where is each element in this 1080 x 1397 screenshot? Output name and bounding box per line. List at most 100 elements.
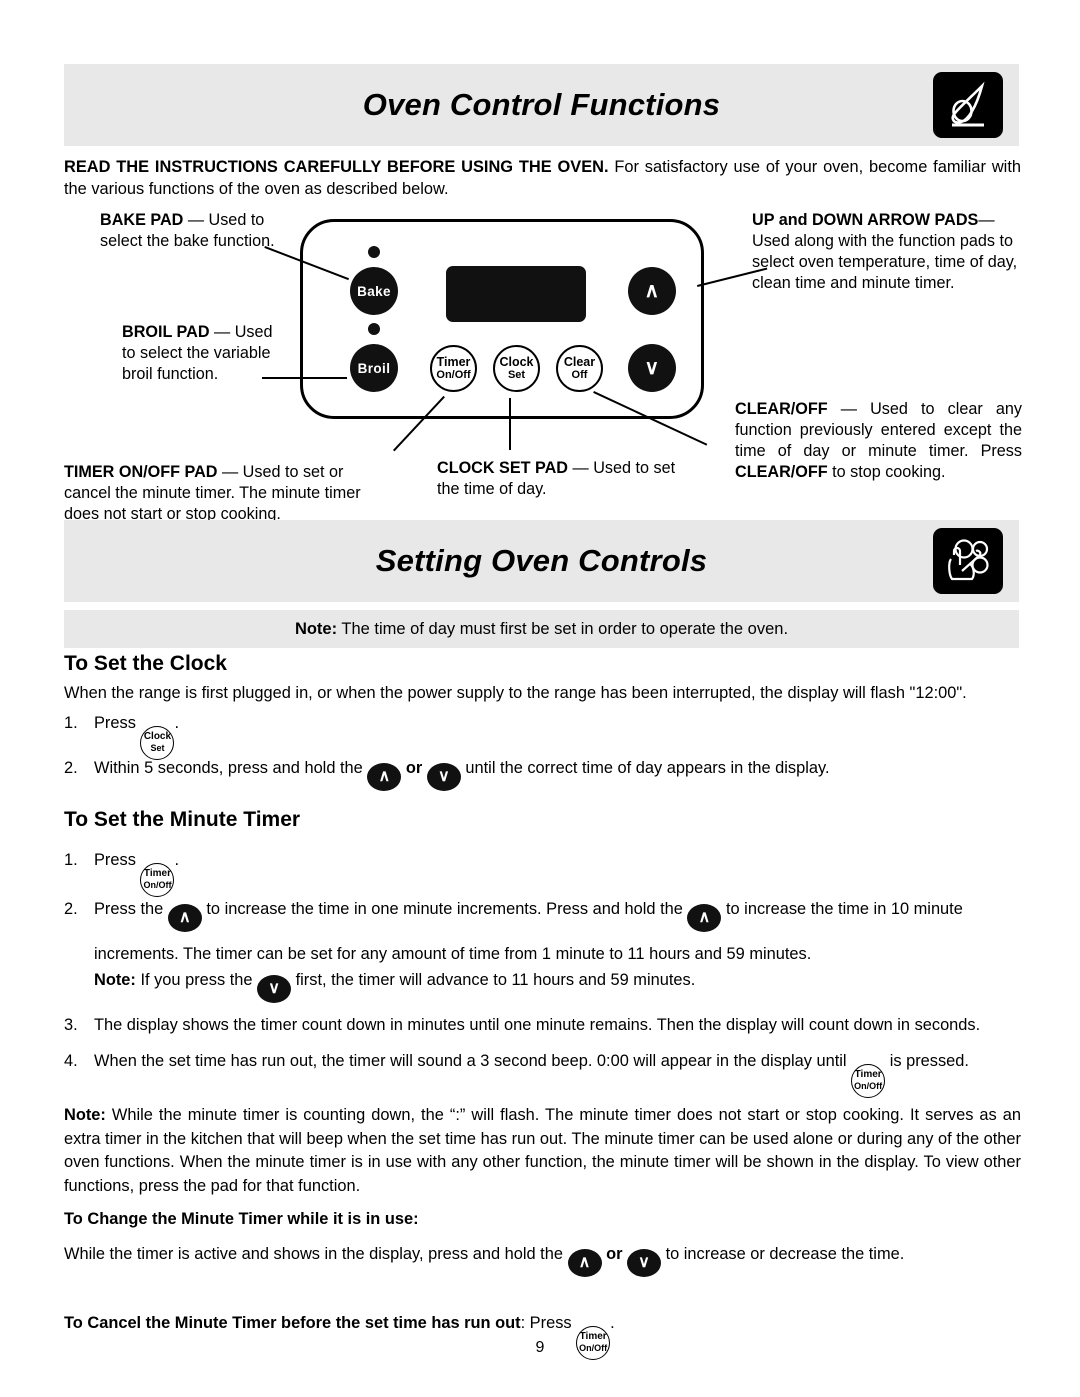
inline-up-arrow-pad[interactable]: ∧ (167, 904, 202, 932)
pad-broil[interactable]: Broil (350, 344, 398, 392)
clock-step-2-number: 2. (64, 759, 78, 777)
inline-up-arrow-pad[interactable]: ∧ (567, 1249, 602, 1277)
timer-step-2-note-label: Note: (94, 971, 136, 989)
callout-clear-off-emphasis: CLEAR/OFF (735, 463, 828, 481)
timer-step-1-number: 1. (64, 851, 78, 869)
timer-step-2-note-b: first, the timer will advance to 11 hour… (291, 971, 696, 989)
up-arrow-icon: ∧ (644, 280, 660, 302)
heading-to-set-the-minute-timer: To Set the Minute Timer (64, 808, 301, 831)
oven-control-panel-diagram: Bake Broil Timer On/Off Clock Set Clear … (300, 219, 704, 419)
callout-timer-pad-title: TIMER ON/OFF PAD (64, 463, 218, 481)
note-band-text: Note: The time of day must first be set … (295, 620, 788, 639)
heading-change-minute-timer: To Change the Minute Timer while it is i… (64, 1210, 419, 1228)
change-timer-or: or (601, 1245, 628, 1263)
section-title-setting: Setting Oven Controls (375, 543, 708, 578)
pad-timer-line1: Timer (436, 354, 471, 369)
clock-intro-paragraph: When the range is first plugged in, or w… (64, 684, 967, 702)
pad-clock-line1: Clock (499, 354, 534, 369)
pad-clock-line2: Set (507, 368, 526, 381)
inline-up-arrow-pad[interactable]: ∧ (687, 904, 722, 932)
timer-step-4: 4. When the set time has run out, the ti… (64, 1046, 1021, 1098)
note-band-time-of-day: Note: The time of day must first be set … (64, 610, 1019, 648)
timer-step-2-note: Note: If you press the ∨ first, the time… (64, 965, 1021, 1003)
timer-step-3: 3. The display shows the timer count dow… (64, 1010, 1021, 1040)
clock-step-2-post: until the correct time of day appears in… (460, 759, 830, 777)
change-minute-timer-paragraph: While the timer is active and shows in t… (64, 1243, 1021, 1277)
broil-indicator-dot (368, 323, 380, 335)
callout-timer-pad: TIMER ON/OFF PAD — Used to set or cancel… (64, 462, 394, 525)
clock-step-1-body: Press Clock Set. (94, 708, 564, 760)
final-note-paragraph: Note: While the minute timer is counting… (64, 1104, 1021, 1198)
timer-step-2-note-a: If you press the (135, 971, 258, 989)
heading-to-set-the-clock: To Set the Clock (64, 652, 227, 675)
pad-clear-off[interactable]: Clear Off (556, 345, 603, 392)
inline-down-arrow-pad[interactable]: ∨ (257, 975, 292, 1003)
timer-step-3-number: 3. (64, 1016, 78, 1034)
hand-on-controls-icon (933, 528, 1003, 594)
clock-step-2-body: Within 5 seconds, press and hold the ∧ o… (94, 753, 1021, 791)
final-note-label: Note: (64, 1106, 106, 1124)
callout-clear-off: CLEAR/OFF — Used to clear any function p… (735, 399, 1022, 483)
pad-timer-on-off[interactable]: Timer On/Off (430, 345, 477, 392)
clock-step-1-number: 1. (64, 714, 78, 732)
cancel-timer-label: To Cancel the Minute Timer before the se… (64, 1314, 521, 1332)
down-arrow-icon: ∨ (644, 357, 660, 379)
inline-down-arrow-pad[interactable]: ∨ (426, 763, 461, 791)
intro-bold: READ THE INSTRUCTIONS CAREFULLY BEFORE U… (64, 158, 609, 176)
inline-timer-on-off-pad[interactable]: Timer On/Off (851, 1063, 886, 1098)
section-header-oven-control-functions: Oven Control Functions (64, 64, 1019, 146)
inline-down-arrow-pad[interactable]: ∨ (627, 1249, 662, 1277)
timer-step-1-post: . (174, 851, 180, 869)
callout-arrow-pads-title: UP and DOWN ARROW PADS (752, 211, 979, 229)
timer-step-2-a: Press the (94, 900, 168, 918)
change-timer-post: to increase or decrease the time. (661, 1245, 905, 1263)
finger-press-icon (933, 72, 1003, 138)
timer-step-2-note-body: Note: If you press the ∨ first, the time… (94, 965, 1021, 1003)
pad-clear-line1: Clear (563, 354, 596, 369)
clock-step-2: 2. Within 5 seconds, press and hold the … (64, 753, 1021, 791)
note-band-body: The time of day must first be set in ord… (337, 619, 789, 638)
timer-step-1-pre: Press (94, 851, 141, 869)
leader-line-clock (509, 398, 511, 450)
callout-bake-pad-title: BAKE PAD (100, 211, 184, 229)
callout-clear-off-title: CLEAR/OFF (735, 400, 828, 418)
pad-clear-line2: Off (571, 368, 588, 381)
note-band-label: Note: (294, 619, 338, 638)
intro-paragraph: READ THE INSTRUCTIONS CAREFULLY BEFORE U… (64, 157, 1021, 200)
timer-step-2-b: to increase the time in one minute incre… (201, 900, 688, 918)
callout-clock-pad-title: CLOCK SET PAD (437, 459, 569, 477)
oven-display-window (446, 266, 586, 322)
timer-step-2-number: 2. (64, 900, 78, 918)
timer-step-4-number: 4. (64, 1052, 78, 1070)
callout-clock-pad: CLOCK SET PAD — Used to set the time of … (437, 458, 687, 500)
pad-clock-set[interactable]: Clock Set (493, 345, 540, 392)
pad-bake[interactable]: Bake (350, 267, 398, 315)
section-header-setting-oven-controls: Setting Oven Controls (64, 520, 1019, 602)
page-title: Oven Control Functions (362, 87, 721, 122)
clock-step-2-pre: Within 5 seconds, press and hold the (94, 759, 368, 777)
callout-clear-off-text2: to stop cooking. (827, 463, 946, 481)
clock-step-1: 1. Press Clock Set. (64, 708, 564, 760)
timer-step-4-body: When the set time has run out, the timer… (94, 1046, 1021, 1098)
page-number: 9 (535, 1339, 545, 1356)
clock-step-1-post: . (174, 714, 180, 732)
pad-timer-line2: On/Off (436, 368, 471, 381)
pad-down-arrow[interactable]: ∨ (628, 344, 676, 392)
pad-bake-label: Bake (357, 283, 391, 299)
cancel-timer-mid: : Press (520, 1314, 577, 1332)
timer-step-3-body: The display shows the timer count down i… (94, 1016, 981, 1034)
bake-indicator-dot (368, 246, 380, 258)
callout-broil-pad-title: BROIL PAD (122, 323, 210, 341)
callout-broil-pad: BROIL PAD — Used to select the variable … (122, 322, 287, 385)
change-timer-pre: While the timer is active and shows in t… (64, 1245, 568, 1263)
clock-step-1-pre: Press (94, 714, 141, 732)
callout-arrow-pads: UP and DOWN ARROW PADS— Used along with … (752, 210, 1020, 294)
timer-step-4-b: is pressed. (885, 1052, 969, 1070)
timer-step-2: 2. Press the ∧ to increase the time in o… (64, 887, 1021, 976)
timer-step-4-a: When the set time has run out, the timer… (94, 1052, 852, 1070)
inline-up-arrow-pad[interactable]: ∧ (367, 763, 402, 791)
final-note-body: While the minute timer is counting down,… (64, 1106, 1021, 1195)
pad-up-arrow[interactable]: ∧ (628, 267, 676, 315)
callout-bake-pad: BAKE PAD — Used to select the bake funct… (100, 210, 275, 252)
cancel-timer-post: . (610, 1314, 615, 1332)
